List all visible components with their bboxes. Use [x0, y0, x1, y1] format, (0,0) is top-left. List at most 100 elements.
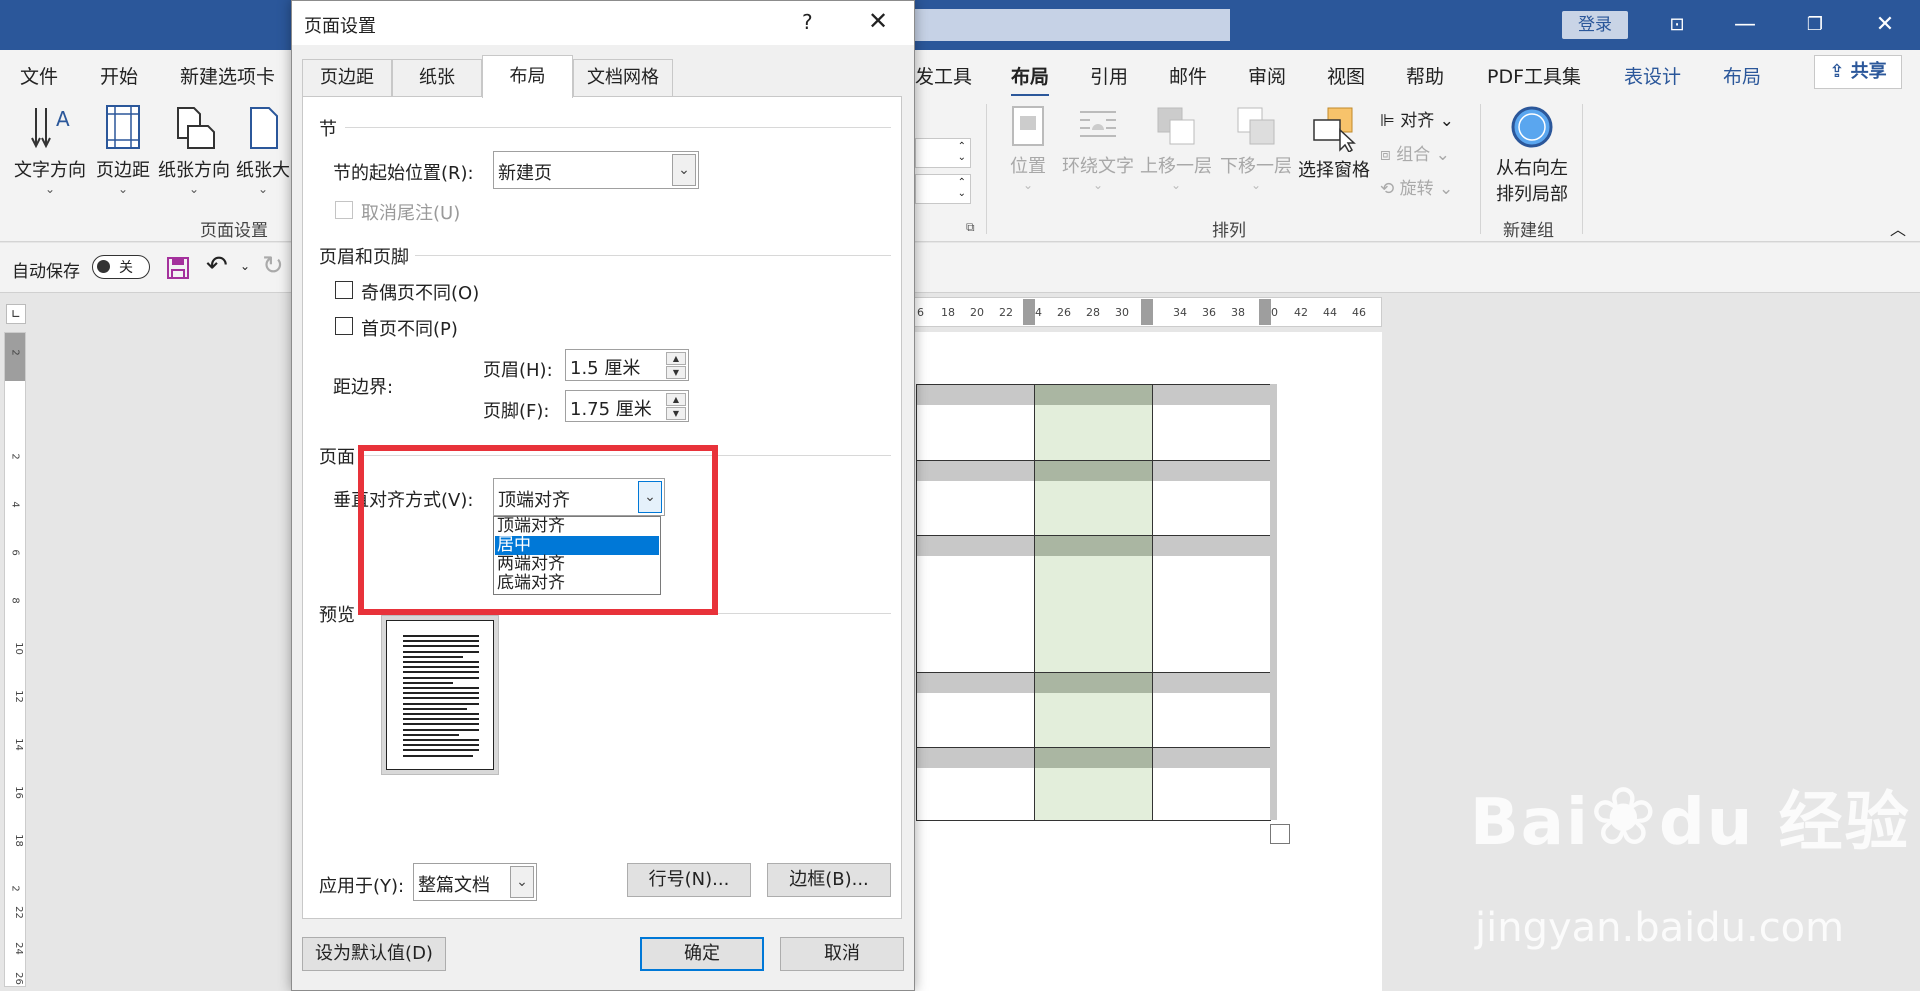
share-button[interactable]: ⇪ 共享: [1814, 55, 1902, 89]
tab-new[interactable]: 新建选项卡: [180, 62, 275, 89]
document-table[interactable]: [916, 384, 1271, 821]
text-direction-button[interactable]: A 文字方向 ⌄: [12, 104, 88, 196]
table-cell[interactable]: [1152, 535, 1271, 673]
spin-up-icon[interactable]: ▲: [666, 352, 686, 365]
table-resize-handle[interactable]: [1270, 824, 1290, 844]
table-cell[interactable]: [916, 672, 1035, 748]
spin-down-icon[interactable]: ▼: [666, 366, 686, 379]
preview-line: [403, 692, 479, 695]
tab-layout[interactable]: 布局: [1011, 62, 1050, 97]
collapse-ribbon-icon[interactable]: ︿: [1890, 216, 1906, 240]
spacing-after-input[interactable]: ⌃ ⌄: [915, 174, 971, 204]
send-backward-button[interactable]: 下移一层 ⌄: [1220, 104, 1292, 192]
table-cell[interactable]: [1034, 535, 1153, 673]
ruler-column-marker[interactable]: [1023, 299, 1035, 325]
table-cell[interactable]: [916, 535, 1035, 673]
horizontal-ruler: 6 18 20 22 4 26 28 30 34 36 38 0 42 44 4…: [910, 297, 1382, 327]
save-icon[interactable]: [166, 256, 190, 280]
spin-up-icon[interactable]: ▲: [666, 393, 686, 406]
tab-review[interactable]: 审阅: [1248, 62, 1286, 89]
table-cell[interactable]: [1034, 672, 1153, 748]
tab-paper[interactable]: 纸张: [392, 59, 482, 97]
set-default-button[interactable]: 设为默认值(D): [302, 937, 446, 971]
ok-button[interactable]: 确定: [640, 937, 764, 971]
tab-mailings[interactable]: 邮件: [1169, 62, 1207, 89]
apply-to-select[interactable]: 整篇文档 ⌄: [413, 863, 537, 901]
wrap-text-button[interactable]: 环绕文字 ⌄: [1062, 104, 1134, 192]
group-button[interactable]: ⧈ 组合 ⌄: [1380, 140, 1450, 165]
vertical-ruler-strip: 2 2 4 6 8 10 12 14 16 18 2 22 24 26: [4, 332, 26, 987]
table-cell[interactable]: [916, 460, 1035, 536]
undo-dropdown-icon[interactable]: ⌄: [240, 259, 250, 273]
ruler-column-marker[interactable]: [1259, 299, 1271, 325]
dialog-title-bar: 页面设置 ? ✕: [292, 1, 914, 45]
login-button[interactable]: 登录: [1562, 11, 1628, 39]
tab-table-layout[interactable]: 布局: [1723, 62, 1761, 89]
tab-margins[interactable]: 页边距: [302, 59, 392, 97]
spin-down-icon[interactable]: ▼: [666, 407, 686, 420]
preview-line: [403, 728, 479, 731]
tab-home[interactable]: 开始: [100, 62, 138, 89]
ribbon-display-icon[interactable]: ⊡: [1662, 10, 1692, 40]
chevron-down-icon[interactable]: ⌄: [510, 866, 534, 898]
selection-pane-button[interactable]: 选择窗格: [1296, 104, 1372, 182]
tab-layout[interactable]: 布局: [482, 55, 573, 98]
table-cell[interactable]: [1152, 384, 1271, 461]
minimize-icon[interactable]: —: [1730, 10, 1760, 40]
dialog-close-icon[interactable]: ✕: [868, 7, 888, 35]
align-button[interactable]: ⊫ 对齐 ⌄: [1380, 106, 1454, 131]
chevron-down-icon[interactable]: ⌄: [672, 154, 696, 186]
orientation-icon: [177, 107, 215, 149]
paragraph-launcher-icon[interactable]: ⧉: [966, 220, 975, 235]
preview-line: [403, 713, 479, 715]
orientation-button[interactable]: 纸张方向 ⌄: [156, 104, 232, 196]
close-icon[interactable]: ✕: [1870, 10, 1900, 40]
tab-selector-icon[interactable]: ∟: [6, 304, 26, 324]
tab-view[interactable]: 视图: [1327, 62, 1365, 89]
cancel-button[interactable]: 取消: [780, 937, 904, 971]
preview-line: [403, 702, 479, 705]
tab-file[interactable]: 文件: [20, 62, 58, 89]
ruler-column-marker[interactable]: [1141, 299, 1153, 325]
help-icon[interactable]: ?: [802, 10, 813, 34]
section-start-select[interactable]: 新建页 ⌄: [493, 151, 699, 189]
preview-line: [403, 681, 453, 684]
autosave-toggle[interactable]: 关: [92, 255, 150, 279]
odd-even-checkbox[interactable]: [335, 281, 353, 299]
undo-icon[interactable]: ↶: [206, 251, 228, 281]
group-label-page-setup: 页面设置: [200, 221, 268, 241]
preview-line: [403, 733, 459, 736]
tab-pdf-tools[interactable]: PDF工具集: [1487, 62, 1581, 89]
borders-button[interactable]: 边框(B)...: [767, 863, 891, 897]
spacing-before-input[interactable]: ⌃ ⌄: [915, 138, 971, 168]
size-button[interactable]: 纸张大 ⌄: [234, 104, 292, 196]
rtl-arrange-button[interactable]: 从右向左 排列局部: [1492, 104, 1572, 206]
margins-button[interactable]: 页边距 ⌄: [92, 104, 154, 196]
align-icon: ⊫: [1380, 111, 1401, 131]
suppress-endnotes-checkbox[interactable]: [335, 201, 353, 219]
header-distance-input[interactable]: 1.5 厘米 ▲ ▼: [565, 349, 689, 381]
tab-developer[interactable]: 发工具: [915, 62, 972, 89]
first-page-checkbox[interactable]: [335, 317, 353, 335]
redo-icon[interactable]: ↻: [262, 251, 284, 281]
table-cell[interactable]: [1034, 747, 1153, 821]
table-cell[interactable]: [1152, 672, 1271, 748]
tab-table-design[interactable]: 表设计: [1624, 62, 1681, 89]
position-button[interactable]: 位置 ⌄: [1006, 104, 1050, 192]
maximize-icon[interactable]: ❐: [1800, 10, 1830, 40]
tab-document-grid[interactable]: 文档网格: [573, 59, 673, 97]
table-cell[interactable]: [916, 384, 1035, 461]
table-row: [916, 535, 1271, 673]
rotate-button[interactable]: ⟲ 旋转 ⌄: [1380, 174, 1453, 199]
line-numbers-button[interactable]: 行号(N)...: [627, 863, 751, 897]
table-cell[interactable]: [1034, 384, 1153, 461]
table-cell[interactable]: [916, 747, 1035, 821]
tab-help[interactable]: 帮助: [1406, 62, 1444, 89]
title-search-box[interactable]: [910, 9, 1230, 41]
footer-distance-input[interactable]: 1.75 厘米 ▲ ▼: [565, 390, 689, 422]
bring-forward-button[interactable]: 上移一层 ⌄: [1140, 104, 1212, 192]
tab-references[interactable]: 引用: [1090, 62, 1128, 89]
table-cell[interactable]: [1152, 460, 1271, 536]
table-cell[interactable]: [1152, 747, 1271, 821]
table-cell[interactable]: [1034, 460, 1153, 536]
